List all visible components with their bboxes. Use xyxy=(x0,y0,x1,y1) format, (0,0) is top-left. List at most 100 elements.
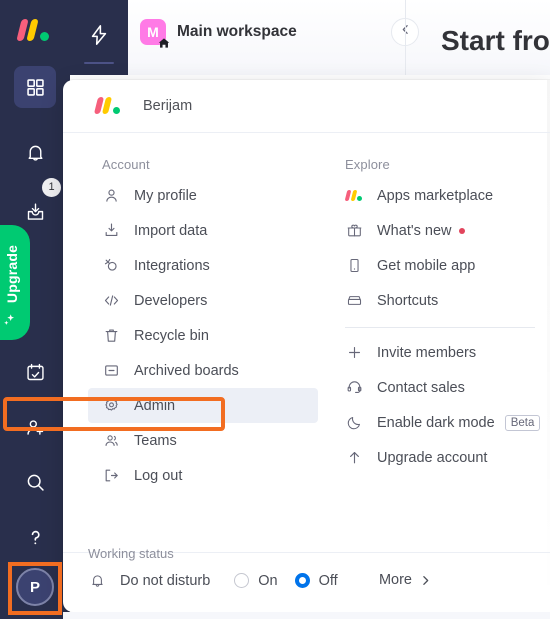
working-status-section: Working status Do not disturb On Off Mor… xyxy=(63,546,550,612)
menu-item-label: Apps marketplace xyxy=(377,187,494,204)
menu-item-teams[interactable]: Teams xyxy=(88,423,318,458)
panel-body: Account My profile Import data Integrati… xyxy=(63,133,550,552)
account-dropdown-panel: Berijam Account My profile Import data I… xyxy=(63,80,550,612)
page-title: Start fro xyxy=(441,25,550,56)
lightning-bolt-icon xyxy=(88,24,110,51)
import-icon xyxy=(102,221,121,240)
calendar-check-icon xyxy=(25,362,46,383)
board-header: M Main workspace Start fro xyxy=(128,0,550,75)
home-grid-icon xyxy=(25,77,46,98)
more-statuses-button[interactable]: More xyxy=(379,572,432,588)
person-icon xyxy=(102,186,121,205)
radio-circle-on xyxy=(234,573,250,588)
home-icon xyxy=(156,35,171,50)
account-name: Berijam xyxy=(143,98,193,114)
sidebar-item-help[interactable] xyxy=(14,516,56,558)
question-mark-icon xyxy=(25,527,46,548)
left-navigation-rail: 1 Upgrade P xyxy=(0,0,70,619)
user-avatar[interactable]: P xyxy=(16,568,54,606)
menu-item-label: Enable dark mode xyxy=(377,414,495,431)
new-indicator-dot xyxy=(458,227,465,234)
menu-item-enable-dark-mode[interactable]: Enable dark mode Beta xyxy=(331,405,541,440)
menu-item-label: Log out xyxy=(134,467,183,484)
inbox-badge: 1 xyxy=(42,178,61,197)
arrow-up-icon xyxy=(345,448,364,467)
workspace-chip[interactable]: M Main workspace xyxy=(140,19,297,48)
radio-label-off: Off xyxy=(318,572,338,589)
inbox-download-icon xyxy=(25,202,46,223)
tab-underline xyxy=(84,62,114,64)
radio-circle-off xyxy=(294,573,310,588)
menu-item-label: What's new xyxy=(377,222,452,239)
more-label: More xyxy=(378,572,412,588)
menu-item-apps-marketplace[interactable]: Apps marketplace xyxy=(331,178,541,213)
upgrade-button[interactable]: Upgrade xyxy=(0,225,30,340)
menu-item-label: Invite members xyxy=(377,344,477,361)
menu-item-admin[interactable]: Admin xyxy=(88,388,318,423)
menu-item-whats-new[interactable]: What's new xyxy=(331,213,541,248)
menu-item-label: Contact sales xyxy=(377,379,465,396)
panel-bottom-strip xyxy=(63,612,550,619)
monday-logo-icon[interactable] xyxy=(16,18,54,42)
menu-item-recycle-bin[interactable]: Recycle bin xyxy=(88,318,318,353)
menu-item-label: Developers xyxy=(134,292,208,309)
sidebar-item-home[interactable] xyxy=(14,66,56,108)
panel-header[interactable]: Berijam xyxy=(63,80,550,133)
trash-icon xyxy=(102,326,121,345)
menu-item-invite-members[interactable]: Invite members xyxy=(331,335,541,370)
workspace-title: Main workspace xyxy=(177,23,297,40)
menu-item-get-mobile-app[interactable]: Get mobile app xyxy=(331,248,541,283)
quick-actions-tab[interactable] xyxy=(70,0,128,75)
search-icon xyxy=(25,472,46,493)
menu-item-label: Recycle bin xyxy=(134,327,209,344)
radio-off[interactable]: Off xyxy=(294,572,338,589)
account-column: Account My profile Import data Integrati… xyxy=(88,133,318,493)
people-icon xyxy=(102,431,121,450)
menu-item-my-profile[interactable]: My profile xyxy=(88,178,318,213)
menu-item-developers[interactable]: Developers xyxy=(88,283,318,318)
menu-item-shortcuts[interactable]: Shortcuts xyxy=(331,283,541,318)
monday-apps-icon xyxy=(344,186,364,205)
menu-item-label: My profile xyxy=(134,187,197,204)
menu-item-label: Import data xyxy=(134,222,208,239)
menu-item-contact-sales[interactable]: Contact sales xyxy=(331,370,541,405)
explore-divider xyxy=(345,327,535,328)
do-not-disturb-row: Do not disturb On Off xyxy=(88,571,355,590)
radio-on[interactable]: On xyxy=(234,573,278,589)
menu-item-label: Integrations xyxy=(134,257,210,274)
monday-logo-icon xyxy=(93,97,124,115)
sidebar-item-notifications[interactable] xyxy=(14,131,56,173)
account-column-title: Account xyxy=(102,157,150,172)
upgrade-label: Upgrade xyxy=(4,244,20,303)
menu-item-archived-boards[interactable]: Archived boards xyxy=(88,353,318,388)
menu-item-integrations[interactable]: Integrations xyxy=(88,248,318,283)
do-not-disturb-label: Do not disturb xyxy=(120,572,211,589)
menu-item-label: Admin xyxy=(134,397,176,414)
explore-column-title: Explore xyxy=(345,157,390,172)
beta-badge: Beta xyxy=(504,414,541,431)
sidebar-item-search[interactable] xyxy=(14,461,56,503)
sidebar-item-invite[interactable] xyxy=(14,406,56,448)
mobile-phone-icon xyxy=(345,256,364,275)
menu-item-log-out[interactable]: Log out xyxy=(88,458,318,493)
invite-person-icon xyxy=(25,417,46,438)
do-not-disturb-radio-group: On Off xyxy=(234,573,354,589)
moon-icon xyxy=(345,413,364,432)
menu-item-label: Get mobile app xyxy=(377,257,476,274)
bell-icon xyxy=(88,571,107,590)
sparkle-icon xyxy=(2,312,18,328)
working-status-title: Working status xyxy=(88,546,174,561)
logout-icon xyxy=(102,466,121,485)
menu-item-import-data[interactable]: Import data xyxy=(88,213,318,248)
menu-item-label: Upgrade account xyxy=(377,449,488,466)
gear-icon xyxy=(102,396,121,415)
keyboard-icon xyxy=(345,291,364,310)
code-brackets-icon xyxy=(102,291,121,310)
gift-icon xyxy=(345,221,364,240)
plus-icon xyxy=(345,343,364,362)
sidebar-item-my-work[interactable] xyxy=(14,351,56,393)
bell-icon xyxy=(25,142,46,163)
workspace-avatar: M xyxy=(140,19,169,48)
app-root: M Main workspace Start fro 1 Upgrade P B… xyxy=(0,0,550,619)
menu-item-upgrade-account[interactable]: Upgrade account xyxy=(331,440,541,475)
